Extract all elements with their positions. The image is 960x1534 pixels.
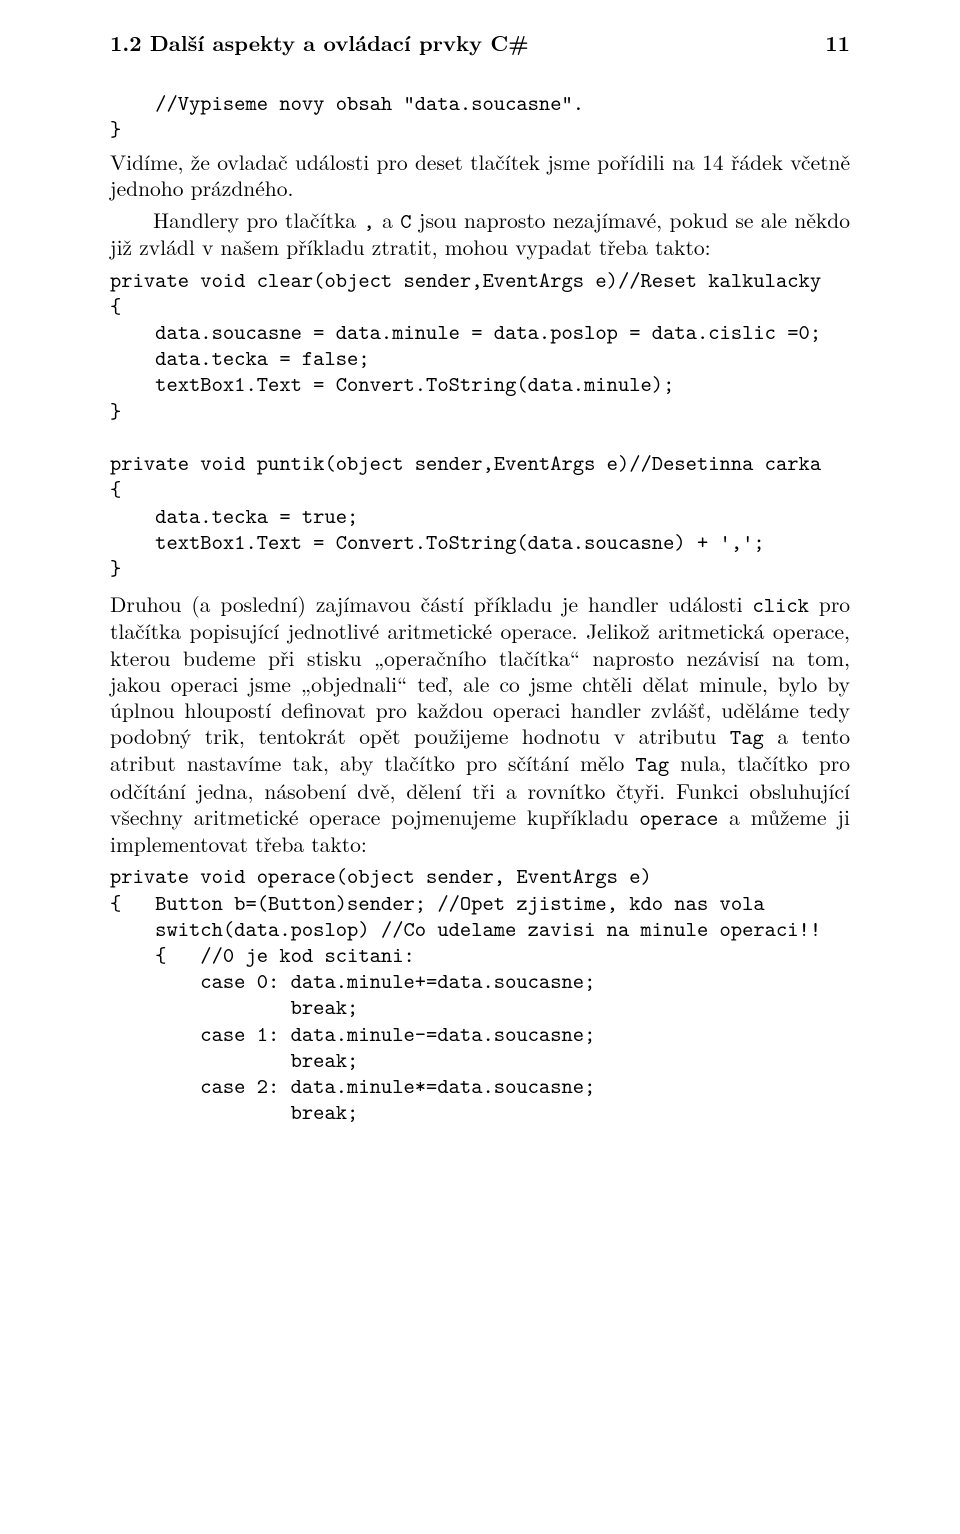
code-block-2: private void clear(object sender,EventAr… [110, 267, 850, 582]
text: Handlery pro tlačítka [153, 205, 363, 235]
paragraph-2: Druhou (a poslední) zajímavou částí přík… [110, 591, 850, 857]
page-header: 1.2 Další aspekty a ovládací prvky C# 11 [110, 30, 850, 56]
code-block-3: private void operace(object sender, Even… [110, 863, 850, 1125]
text: a [375, 205, 401, 235]
paragraph-1b: Handlery pro tlačítka , a C jsou naprost… [110, 207, 850, 260]
paragraph-1: Vidíme, že ovladač události pro deset tl… [110, 149, 850, 201]
text: Vidíme, že ovladač události pro deset tl… [110, 147, 850, 203]
inline-code-tag2: Tag [635, 749, 669, 778]
code-block-1: //Vypiseme novy obsah "data.soucasne". } [110, 90, 850, 142]
page-number: 11 [825, 30, 850, 56]
inline-code-operace: operace [639, 803, 718, 832]
inline-code-C: C [400, 206, 411, 235]
code-line: } [110, 114, 121, 143]
inline-code-comma: , [363, 206, 374, 235]
code-line: //Vypiseme novy obsah "data.soucasne". [110, 88, 584, 117]
page: 1.2 Další aspekty a ovládací prvky C# 11… [0, 0, 960, 1534]
text: Druhou (a poslední) zajímavou částí přík… [110, 589, 753, 619]
inline-code-click: click [753, 590, 809, 619]
section-title: 1.2 Další aspekty a ovládací prvky C# [110, 30, 529, 56]
inline-code-tag1: Tag [730, 722, 764, 751]
